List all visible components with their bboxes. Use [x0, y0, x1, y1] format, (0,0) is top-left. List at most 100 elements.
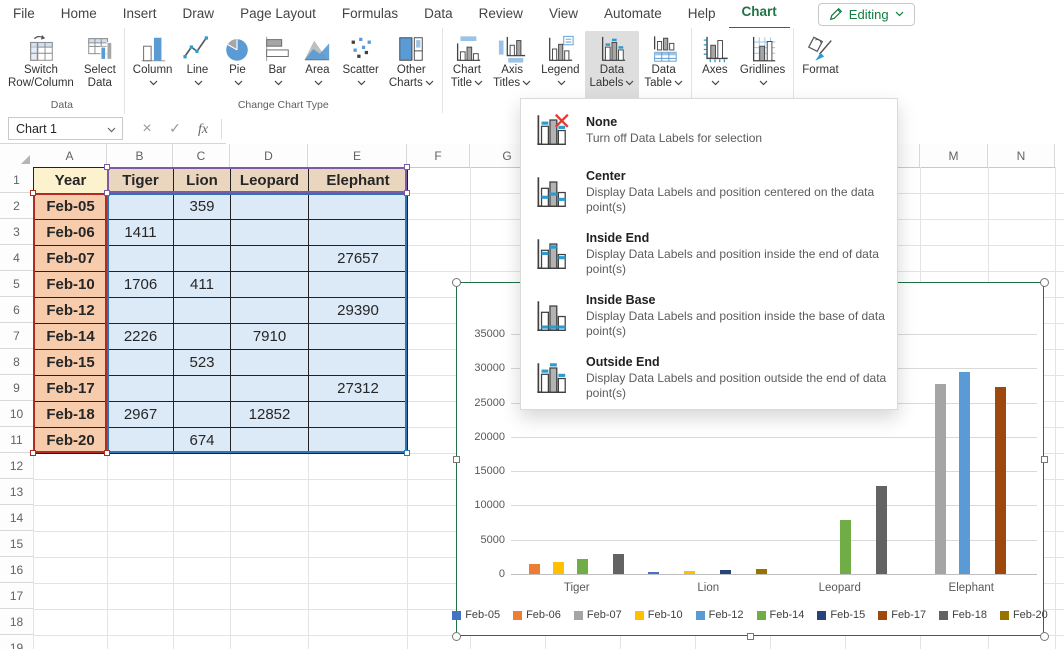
chart-selection-handle[interactable] [747, 633, 754, 640]
legend-item-feb-18[interactable]: Feb-18 [939, 609, 987, 621]
column-header-n[interactable]: N [988, 144, 1055, 167]
bar-feb-10-lion[interactable] [684, 571, 695, 574]
column-header-f[interactable]: F [407, 144, 470, 167]
row-header-19[interactable]: 19 [0, 635, 33, 649]
cell-A4[interactable]: Feb-07 [33, 245, 108, 272]
ribbon-button-scatter[interactable]: Scatter [337, 31, 383, 99]
legend-item-feb-05[interactable]: Feb-05 [452, 609, 500, 621]
cell-A8[interactable]: Feb-15 [33, 349, 108, 376]
ribbon-button-gridlines[interactable]: Gridlines [735, 31, 790, 99]
chart-selection-handle[interactable] [1041, 456, 1048, 463]
cell-B8[interactable] [107, 349, 174, 376]
cell-B5[interactable]: 1706 [107, 271, 174, 298]
cell-E6[interactable]: 29390 [308, 297, 408, 324]
menu-item-center[interactable]: CenterDisplay Data Labels and position c… [521, 161, 897, 223]
bar-feb-18-tiger[interactable] [613, 554, 624, 574]
range-handle[interactable] [404, 164, 410, 170]
cancel-button[interactable]: × [133, 120, 161, 138]
tab-review[interactable]: Review [466, 0, 536, 28]
cell-E8[interactable] [308, 349, 408, 376]
editing-mode-button[interactable]: Editing [818, 3, 915, 26]
bar-feb-18-leopard[interactable] [876, 486, 887, 574]
select-all-corner[interactable] [0, 144, 34, 168]
accept-button[interactable]: ✓ [161, 120, 189, 137]
name-box[interactable]: Chart 1 [8, 117, 123, 140]
ribbon-button-chart-title[interactable]: ChartTitle [446, 31, 488, 99]
tab-page-layout[interactable]: Page Layout [227, 0, 329, 28]
chart-selection-handle[interactable] [1040, 632, 1049, 641]
cell-C8[interactable]: 523 [173, 349, 231, 376]
tab-formulas[interactable]: Formulas [329, 0, 411, 28]
column-header-d[interactable]: D [230, 144, 308, 167]
cell-D8[interactable] [230, 349, 309, 376]
bar-feb-20-lion[interactable] [756, 569, 767, 574]
ribbon-button-bar[interactable]: Bar [257, 31, 297, 99]
ribbon-button-axes[interactable]: Axes [695, 31, 735, 99]
cell-C1[interactable]: Lion [173, 167, 231, 194]
cell-D4[interactable] [230, 245, 309, 272]
cell-B9[interactable] [107, 375, 174, 402]
cell-E7[interactable] [308, 323, 408, 350]
ribbon-button-line[interactable]: Line [177, 31, 217, 99]
menu-item-inside-base[interactable]: Inside BaseDisplay Data Labels and posit… [521, 285, 897, 347]
cell-C2[interactable]: 359 [173, 193, 231, 220]
cell-B7[interactable]: 2226 [107, 323, 174, 350]
cell-A7[interactable]: Feb-14 [33, 323, 108, 350]
menu-item-outside-end[interactable]: Outside EndDisplay Data Labels and posit… [521, 347, 897, 409]
tab-file[interactable]: File [0, 0, 48, 28]
column-header-c[interactable]: C [173, 144, 230, 167]
cell-B4[interactable] [107, 245, 174, 272]
cell-D1[interactable]: Leopard [230, 167, 309, 194]
cell-D9[interactable] [230, 375, 309, 402]
cell-C11[interactable]: 674 [173, 427, 231, 454]
range-handle[interactable] [30, 190, 36, 196]
row-header-6[interactable]: 6 [0, 297, 33, 323]
cell-A5[interactable]: Feb-10 [33, 271, 108, 298]
bar-feb-14-leopard[interactable] [840, 520, 851, 574]
column-header-m[interactable]: M [920, 144, 988, 167]
insert-function-button[interactable]: fx [189, 120, 217, 138]
row-header-7[interactable]: 7 [0, 323, 33, 349]
range-handle[interactable] [104, 450, 110, 456]
tab-data[interactable]: Data [411, 0, 466, 28]
cell-D11[interactable] [230, 427, 309, 454]
cell-A11[interactable]: Feb-20 [33, 427, 108, 454]
range-handle[interactable] [104, 164, 110, 170]
cell-E3[interactable] [308, 219, 408, 246]
cell-B1[interactable]: Tiger [107, 167, 174, 194]
cell-B6[interactable] [107, 297, 174, 324]
legend-item-feb-10[interactable]: Feb-10 [635, 609, 683, 621]
cell-E10[interactable] [308, 401, 408, 428]
cell-C4[interactable] [173, 245, 231, 272]
legend-item-feb-14[interactable]: Feb-14 [757, 609, 805, 621]
cell-E5[interactable] [308, 271, 408, 298]
legend-item-feb-20[interactable]: Feb-20 [1000, 609, 1048, 621]
column-header-a[interactable]: A [33, 144, 107, 167]
cell-A1[interactable]: Year [33, 167, 108, 194]
bar-feb-14-tiger[interactable] [577, 559, 588, 574]
row-header-9[interactable]: 9 [0, 375, 33, 401]
ribbon-button-legend[interactable]: Legend [536, 31, 584, 99]
row-header-16[interactable]: 16 [0, 557, 33, 583]
cell-E4[interactable]: 27657 [308, 245, 408, 272]
row-header-13[interactable]: 13 [0, 479, 33, 505]
row-header-8[interactable]: 8 [0, 349, 33, 375]
cell-D10[interactable]: 12852 [230, 401, 309, 428]
chart-selection-handle[interactable] [452, 278, 461, 287]
legend-item-feb-15[interactable]: Feb-15 [817, 609, 865, 621]
cell-E2[interactable] [308, 193, 408, 220]
cell-C10[interactable] [173, 401, 231, 428]
chart-selection-handle[interactable] [1040, 278, 1049, 287]
cell-D6[interactable] [230, 297, 309, 324]
bar-feb-10-tiger[interactable] [553, 562, 564, 574]
bar-feb-17-elephant[interactable] [995, 387, 1006, 574]
row-header-10[interactable]: 10 [0, 401, 33, 427]
row-header-3[interactable]: 3 [0, 219, 33, 245]
cell-E11[interactable] [308, 427, 408, 454]
cell-B3[interactable]: 1411 [107, 219, 174, 246]
ribbon-button-switch-row-column[interactable]: SwitchRow/Column [3, 31, 79, 99]
bar-feb-12-elephant[interactable] [959, 372, 970, 574]
ribbon-button-pie[interactable]: Pie [217, 31, 257, 99]
row-header-4[interactable]: 4 [0, 245, 33, 271]
ribbon-button-data-labels[interactable]: DataLabels [585, 31, 640, 99]
